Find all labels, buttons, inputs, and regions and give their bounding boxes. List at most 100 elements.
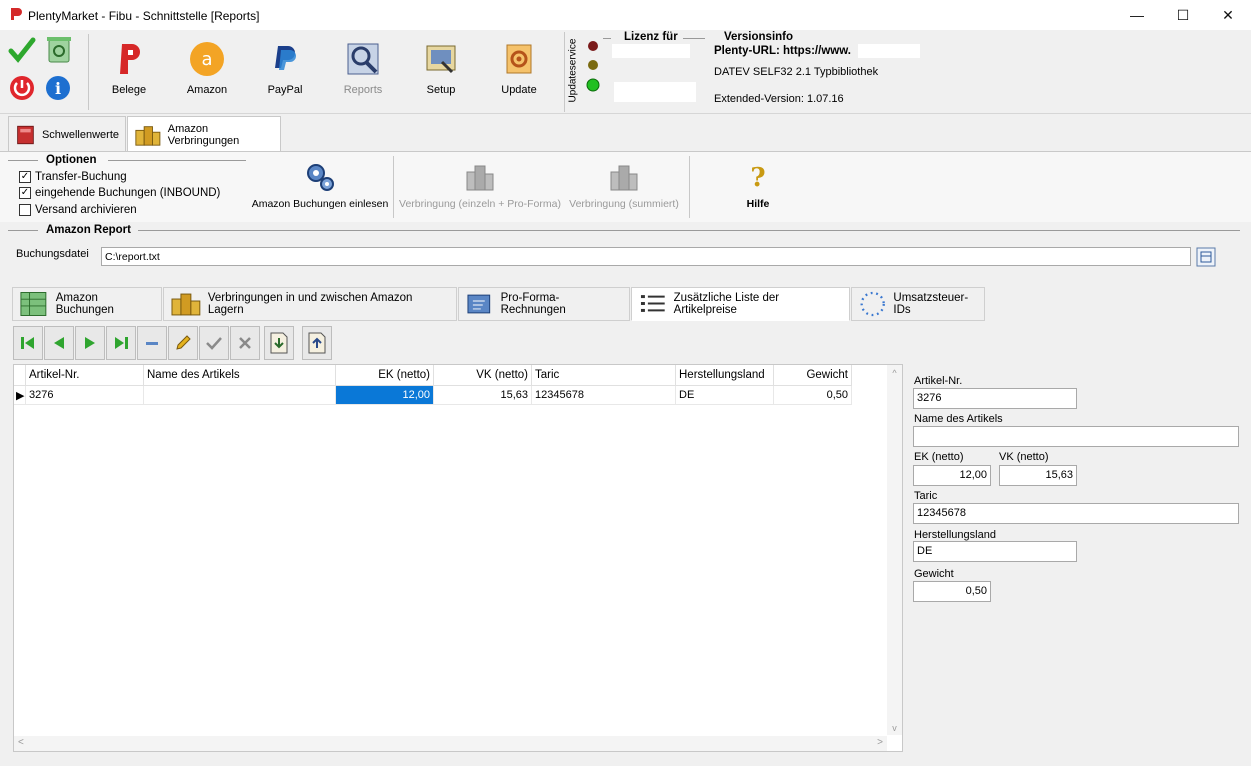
svg-text:?: ? xyxy=(750,163,765,192)
tab-amazon-buchungen-label: Amazon Buchungen xyxy=(55,292,114,316)
vertical-scrollbar[interactable]: ^ v xyxy=(887,365,902,735)
reports-icon xyxy=(347,43,379,75)
tab-amazon-verbringungen[interactable]: Amazon Verbringungen xyxy=(127,116,281,152)
detail-name-input[interactable] xyxy=(913,426,1239,447)
detail-gewicht-input[interactable]: 0,50 xyxy=(913,581,991,602)
tab-verbringungen-lager[interactable]: Verbringungen in und zwischen Amazon Lag… xyxy=(163,287,457,321)
plenty-url: Plenty-URL: https://www. xyxy=(714,45,851,57)
option-transfer-buchung[interactable]: ✓ Transfer-Buchung xyxy=(19,171,127,183)
power-icon[interactable] xyxy=(8,74,36,102)
maximize-button[interactable]: ☐ xyxy=(1160,0,1206,30)
tab-artikelpreise[interactable]: Zusätzliche Liste der Artikelpreise xyxy=(631,287,850,321)
cell-taric[interactable]: 12345678 xyxy=(532,386,676,405)
col-land[interactable]: Herstellungsland xyxy=(676,365,774,386)
edit-record-button[interactable] xyxy=(168,326,198,360)
cell-name[interactable] xyxy=(144,386,336,405)
cancel-record-icon xyxy=(239,337,251,349)
belege-button[interactable]: Belege xyxy=(94,38,164,108)
next-record-button[interactable] xyxy=(75,326,105,360)
belege-label: Belege xyxy=(111,84,147,96)
pro-forma-icon xyxy=(467,294,491,314)
optionen-title: Optionen xyxy=(46,154,97,166)
prev-record-icon xyxy=(54,337,64,349)
main-toolbar: i Belege a Amazon PayPal Reports Setup U… xyxy=(0,30,1251,114)
col-vk[interactable]: VK (netto) xyxy=(434,365,532,386)
info-icon[interactable]: i xyxy=(44,74,72,102)
horizontal-scrollbar[interactable]: < > xyxy=(14,736,887,751)
window-title: PlentyMarket - Fibu - Schnittstelle [Rep… xyxy=(28,9,260,23)
tab-schwellenwerte[interactable]: Schwellenwerte xyxy=(8,116,126,152)
col-ek[interactable]: EK (netto) xyxy=(336,365,434,386)
detail-taric-label: Taric xyxy=(914,490,938,502)
setup-icon xyxy=(426,45,456,74)
reports-button[interactable]: Reports xyxy=(328,38,398,108)
hilfe-button[interactable]: ? Hilfe xyxy=(730,162,786,220)
amazon-buchungen-einlesen-button[interactable]: Amazon Buchungen einlesen xyxy=(250,160,390,220)
post-record-button[interactable] xyxy=(199,326,229,360)
setup-button[interactable]: Setup xyxy=(406,38,476,108)
detail-vk-input[interactable]: 15,63 xyxy=(999,465,1077,486)
detail-land-input[interactable]: DE xyxy=(913,541,1077,562)
tab-pro-forma-rechnungen[interactable]: Pro-Forma-Rechnungen xyxy=(458,287,630,321)
col-artikel-nr[interactable]: Artikel-Nr. xyxy=(26,365,144,386)
setup-label: Setup xyxy=(426,84,456,96)
versionsinfo-title: Versionsinfo xyxy=(724,31,794,43)
detail-artikel-nr-input[interactable]: 3276 xyxy=(913,388,1077,409)
detail-taric-input[interactable]: 12345678 xyxy=(913,503,1239,524)
amazon-button[interactable]: a Amazon xyxy=(172,38,242,108)
amazon-label: Amazon xyxy=(186,84,228,96)
verbringung-summiert-label: Verbringung (summiert) xyxy=(569,198,679,210)
verbringung-summiert-button[interactable]: Verbringung (summiert) xyxy=(566,162,682,220)
first-record-icon xyxy=(21,337,34,349)
col-taric[interactable]: Taric xyxy=(532,365,676,386)
tab-amazon-buchungen[interactable]: Amazon Buchungen xyxy=(12,287,162,321)
help-icon: ? xyxy=(750,163,765,192)
option-versand-archivieren[interactable]: Versand archivieren xyxy=(19,204,137,216)
last-record-button[interactable] xyxy=(106,326,136,360)
cell-gewicht[interactable]: 0,50 xyxy=(774,386,852,405)
detail-gewicht-label: Gewicht xyxy=(914,568,954,580)
eu-stars-icon xyxy=(860,291,885,317)
gears-icon xyxy=(307,164,334,191)
checkbox-versand-archivieren[interactable] xyxy=(19,204,31,216)
import-icon xyxy=(270,332,288,354)
browse-file-icon[interactable] xyxy=(1196,247,1216,267)
minimize-button[interactable]: — xyxy=(1114,0,1160,30)
cell-vk[interactable]: 15,63 xyxy=(434,386,532,405)
buchungsdatei-label: Buchungsdatei xyxy=(16,248,89,260)
option-inbound[interactable]: ✓ eingehende Buchungen (INBOUND) xyxy=(19,187,220,199)
prev-record-button[interactable] xyxy=(44,326,74,360)
col-gewicht[interactable]: Gewicht xyxy=(774,365,852,386)
check-icon[interactable] xyxy=(8,36,36,64)
updateservice-label: Updateservice xyxy=(567,38,579,103)
cell-artikel-nr[interactable]: 3276 xyxy=(26,386,144,405)
tab-umsatzsteuer-ids[interactable]: Umsatzsteuer-IDs xyxy=(851,287,985,321)
paypal-icon xyxy=(275,46,296,70)
col-name[interactable]: Name des Artikels xyxy=(144,365,336,386)
hilfe-label: Hilfe xyxy=(746,198,770,210)
import-button[interactable] xyxy=(264,326,294,360)
delete-record-button[interactable] xyxy=(137,326,167,360)
checkbox-transfer-buchung[interactable]: ✓ xyxy=(19,171,31,183)
buchungsdatei-input[interactable]: C:\report.txt xyxy=(101,247,1191,266)
checkbox-inbound[interactable]: ✓ xyxy=(19,187,31,199)
artikelpreise-grid[interactable]: Artikel-Nr. Name des Artikels EK (netto)… xyxy=(13,364,903,752)
cell-ek[interactable]: 12,00 xyxy=(336,386,434,405)
svg-text:a: a xyxy=(201,49,212,70)
first-record-button[interactable] xyxy=(13,326,43,360)
detail-vk-label: VK (netto) xyxy=(999,451,1049,463)
verbringung-einzeln-button[interactable]: Verbringung (einzeln + Pro-Forma) xyxy=(398,162,562,220)
export-button[interactable] xyxy=(302,326,332,360)
paypal-button[interactable]: PayPal xyxy=(250,38,320,108)
update-icon xyxy=(506,44,532,74)
recycle-icon[interactable] xyxy=(44,34,74,66)
tab-schwellenwerte-label: Schwellenwerte xyxy=(41,128,119,141)
cell-land[interactable]: DE xyxy=(676,386,774,405)
svg-text:i: i xyxy=(55,79,61,98)
cancel-record-button[interactable] xyxy=(230,326,260,360)
detail-ek-input[interactable]: 12,00 xyxy=(913,465,991,486)
next-record-icon xyxy=(85,337,95,349)
close-button[interactable]: ✕ xyxy=(1205,0,1251,30)
update-button[interactable]: Update xyxy=(484,38,554,108)
row-indicator: ▶ xyxy=(14,386,26,405)
